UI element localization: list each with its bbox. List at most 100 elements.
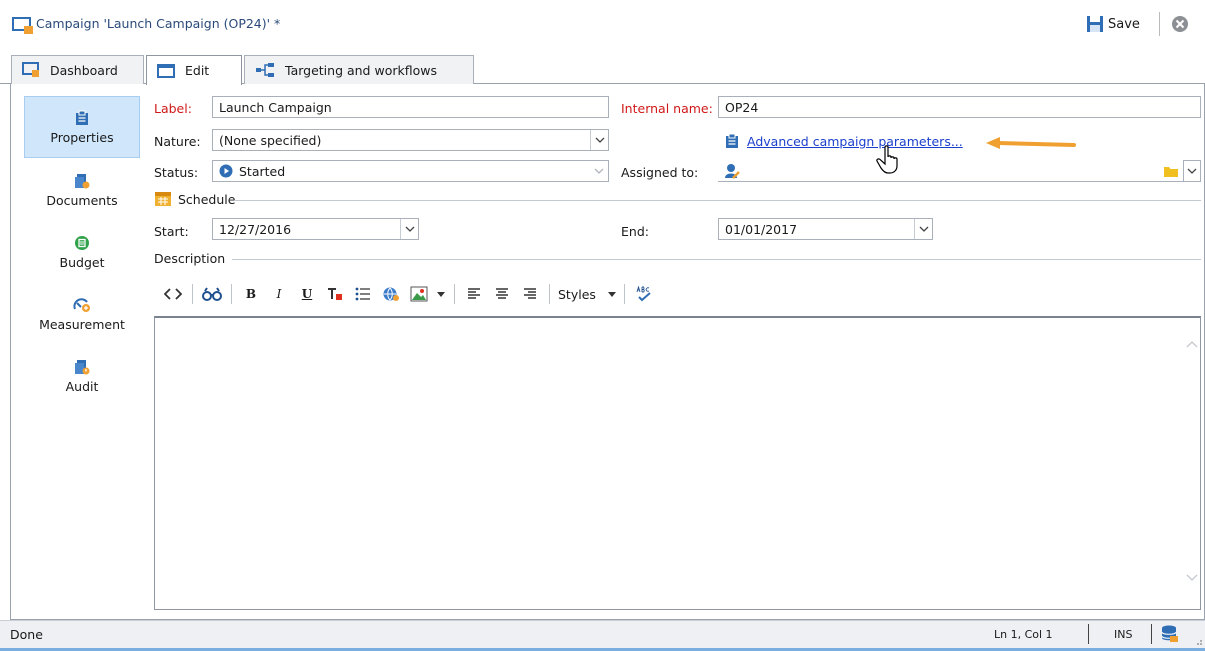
- sidebar-item-label: Budget: [59, 254, 105, 270]
- start-date-value: 12/27/2016: [219, 221, 292, 237]
- cursor-position: Ln 1, Col 1: [994, 628, 1053, 641]
- align-right-button[interactable]: [519, 282, 541, 306]
- text-color-button[interactable]: [324, 282, 346, 306]
- hand-cursor-icon: [876, 145, 898, 174]
- toolbar-separator: [549, 284, 550, 304]
- spell-check-button[interactable]: [633, 282, 655, 306]
- dashboard-icon: [22, 62, 39, 77]
- scroll-down-icon[interactable]: [1186, 574, 1198, 582]
- chevron-down-icon: [1187, 168, 1197, 174]
- globe-link-icon: [383, 287, 399, 301]
- bullet-list-button[interactable]: [352, 282, 374, 306]
- caret-down-icon: [607, 291, 616, 297]
- align-left-button[interactable]: [463, 282, 485, 306]
- insert-image-dropdown[interactable]: [436, 282, 446, 306]
- tab-dashboard-label: Dashboard: [50, 62, 118, 78]
- database-icon: [1161, 625, 1178, 642]
- binoculars-icon: [202, 287, 222, 301]
- status-separator: [1088, 624, 1089, 644]
- description-divider: [232, 259, 1201, 260]
- toolbar-separator: [454, 284, 455, 304]
- sidebar-item-label: Properties: [50, 129, 114, 145]
- align-right-icon: [524, 288, 536, 299]
- italic-button[interactable]: I: [268, 282, 290, 306]
- resize-grip-icon[interactable]: [1193, 636, 1203, 646]
- end-date-input[interactable]: 01/01/2017: [718, 218, 933, 240]
- styles-dropdown[interactable]: Styles: [558, 282, 616, 306]
- workflow-icon: [256, 63, 274, 77]
- scroll-up-icon[interactable]: [1186, 340, 1198, 348]
- start-date-input[interactable]: 12/27/2016: [212, 218, 419, 240]
- insert-mode: INS: [1114, 628, 1133, 641]
- insert-image-button[interactable]: [408, 282, 430, 306]
- label-caption: Label:: [154, 101, 192, 116]
- toolbar-separator: [231, 284, 232, 304]
- status-text: Done: [10, 627, 43, 642]
- nature-select[interactable]: (None specified): [212, 129, 609, 151]
- assigned-to-caption: Assigned to:: [621, 165, 699, 180]
- window-title: Campaign 'Launch Campaign (OP24)' *: [36, 16, 281, 31]
- status-select[interactable]: Started: [212, 160, 609, 182]
- toolbar-separator: [192, 284, 193, 304]
- budget-icon: [75, 235, 89, 250]
- tab-edit[interactable]: Edit: [146, 55, 242, 85]
- editor-toolbar: B I U Styles: [154, 276, 1201, 312]
- align-center-button[interactable]: [491, 282, 513, 306]
- nature-caption: Nature:: [154, 134, 201, 149]
- align-center-icon: [496, 288, 508, 299]
- audit-icon: [75, 359, 90, 374]
- measurement-icon: [73, 297, 90, 312]
- status-separator: [1151, 624, 1152, 644]
- chevron-down-icon[interactable]: [914, 219, 932, 239]
- caret-down-icon: [437, 291, 445, 297]
- label-input[interactable]: Launch Campaign: [212, 96, 609, 118]
- sidebar-item-properties[interactable]: Properties: [24, 96, 140, 158]
- description-editor[interactable]: [154, 316, 1201, 610]
- nature-value: (None specified): [219, 132, 322, 148]
- insert-link-button[interactable]: [380, 282, 402, 306]
- sidebar-item-measurement[interactable]: Measurement: [24, 289, 140, 339]
- folder-icon[interactable]: [1163, 165, 1179, 178]
- save-button[interactable]: Save: [1082, 10, 1144, 38]
- tab-targeting-workflows[interactable]: Targeting and workflows: [244, 55, 474, 84]
- campaign-icon: [12, 17, 33, 34]
- source-code-icon: [164, 288, 182, 300]
- tab-dashboard[interactable]: Dashboard: [11, 55, 144, 84]
- schedule-heading: Schedule: [178, 192, 236, 207]
- calendar-icon: [155, 192, 171, 206]
- play-icon: [219, 164, 233, 178]
- end-caption: End:: [621, 224, 649, 239]
- chevron-down-icon[interactable]: [400, 219, 418, 239]
- close-icon[interactable]: [1170, 14, 1190, 34]
- bullet-list-icon: [355, 287, 370, 301]
- underline-button[interactable]: U: [296, 282, 318, 306]
- find-button[interactable]: [201, 282, 223, 306]
- internal-name-input[interactable]: OP24: [718, 96, 1201, 118]
- spell-check-icon: [636, 286, 651, 302]
- toolbar-separator: [623, 284, 625, 304]
- sidebar-item-label: Documents: [46, 192, 118, 208]
- status-caption: Status:: [154, 165, 199, 180]
- sidebar-item-audit[interactable]: Audit: [24, 351, 140, 401]
- advanced-campaign-parameters-link[interactable]: Advanced campaign parameters...: [747, 134, 963, 149]
- description-heading: Description: [154, 251, 226, 266]
- styles-label: Styles: [558, 286, 596, 302]
- save-label: Save: [1108, 16, 1140, 32]
- internal-name-caption: Internal name:: [621, 101, 713, 116]
- chevron-down-icon[interactable]: [590, 130, 608, 150]
- assigned-to-dropdown[interactable]: [1183, 160, 1201, 182]
- tab-edit-label: Edit: [185, 63, 210, 78]
- end-date-value: 01/01/2017: [725, 221, 798, 237]
- clipboard-icon: [726, 133, 738, 148]
- clipboard-icon: [76, 110, 88, 125]
- sidebar-item-label: Audit: [65, 378, 99, 394]
- source-code-button[interactable]: [162, 282, 184, 306]
- start-caption: Start:: [154, 224, 189, 239]
- sidebar-item-budget[interactable]: Budget: [24, 227, 140, 277]
- bold-button[interactable]: B: [240, 282, 262, 306]
- tab-targeting-label: Targeting and workflows: [285, 62, 437, 78]
- sidebar-item-documents[interactable]: Documents: [24, 165, 140, 215]
- arrow-annotation-icon: [986, 137, 1076, 149]
- sidebar-item-label: Measurement: [39, 316, 125, 332]
- assigned-to-input[interactable]: [718, 160, 1183, 182]
